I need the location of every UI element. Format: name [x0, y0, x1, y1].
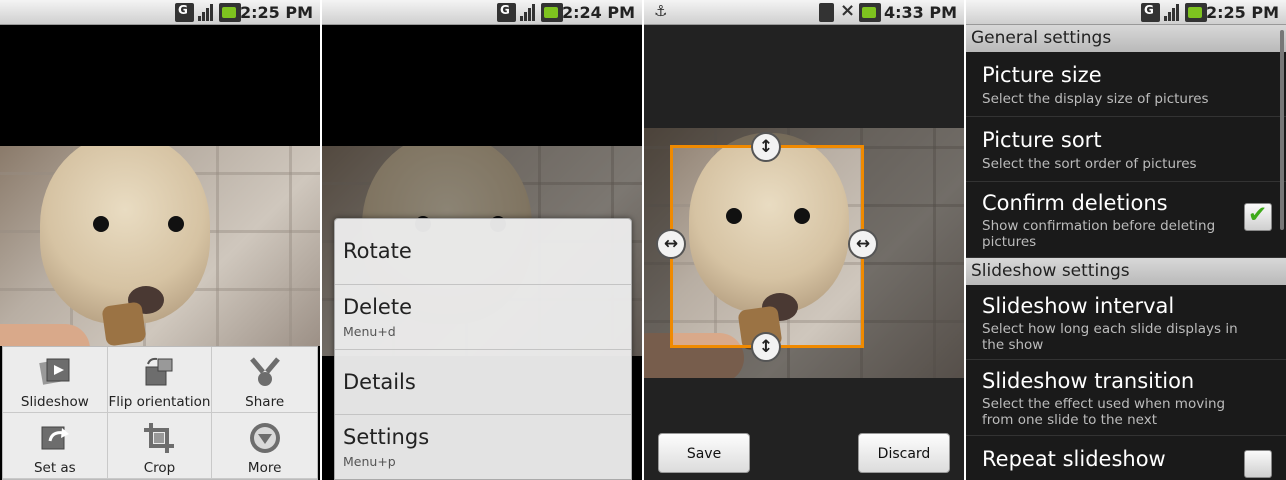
menu-label: More [247, 460, 282, 476]
pref-repeat-slideshow[interactable]: Repeat slideshow [966, 436, 1286, 480]
slideshow-settings-header: Slideshow settings [966, 258, 1286, 285]
slideshow-icon [39, 358, 70, 385]
set-as-icon [41, 426, 69, 450]
item-shortcut: Menu+p [343, 454, 396, 469]
confirm-deletions-checkbox[interactable] [1244, 202, 1272, 231]
item-title: Delete [343, 295, 412, 319]
pref-summary: Select the display size of pictures [982, 91, 1209, 107]
menu-label: Set as [33, 460, 76, 476]
scrollbar[interactable] [1280, 30, 1284, 230]
pref-summary: Select the sort order of pictures [982, 156, 1197, 172]
signal-icon [1163, 3, 1182, 22]
context-item-details[interactable]: Details [335, 350, 631, 415]
battery-icon [859, 3, 881, 22]
sd-card-icon [819, 3, 834, 22]
crop-icon [144, 423, 175, 453]
pref-title: Picture size [982, 63, 1102, 87]
pref-title: Slideshow transition [982, 369, 1195, 393]
battery-icon [219, 3, 241, 22]
crop-handle-top[interactable]: ↕ [751, 132, 781, 162]
menu-flip-orientation[interactable]: Flip orientation [107, 347, 213, 413]
pref-confirm-deletions[interactable]: Confirm deletions Show confirmation befo… [966, 182, 1286, 258]
pref-title: Picture sort [982, 128, 1102, 152]
signal-icon [197, 3, 216, 22]
pref-slideshow-transition[interactable]: Slideshow transition Select the effect u… [966, 360, 1286, 436]
network-g-icon [175, 3, 194, 22]
context-menu-screen: 2:24 PM Rotate Delete Menu+d Details Set… [322, 0, 642, 480]
context-item-delete[interactable]: Delete Menu+d [335, 285, 631, 350]
item-title: Settings [343, 425, 430, 449]
battery-icon [541, 3, 563, 22]
usb-icon [652, 2, 671, 22]
item-title: Details [343, 370, 416, 394]
status-icons-left [652, 2, 671, 22]
crop-handle-left[interactable]: ↔ [656, 229, 686, 259]
pref-title: Slideshow interval [982, 294, 1175, 318]
network-g-icon [1141, 3, 1160, 22]
menu-slideshow[interactable]: Slideshow [3, 347, 108, 413]
menu-more[interactable]: More [212, 413, 317, 479]
menu-share[interactable]: Share [212, 347, 317, 413]
repeat-slideshow-checkbox[interactable] [1244, 450, 1272, 478]
status-icons [175, 3, 241, 22]
status-icons [1141, 3, 1207, 22]
status-time: 2:25 PM [1205, 3, 1279, 22]
menu-crop[interactable]: Crop [107, 413, 213, 479]
battery-icon [1185, 3, 1207, 22]
status-icons [497, 3, 563, 22]
status-bar: 2:25 PM [0, 0, 320, 25]
gallery-screen: 2:25 PM Slideshow Flip orientation [0, 0, 320, 480]
menu-set-as[interactable]: Set as [3, 413, 108, 479]
status-bar: 2:24 PM [322, 0, 642, 25]
context-menu: Rotate Delete Menu+d Details Settings Me… [334, 218, 632, 480]
save-button[interactable]: Save [658, 433, 750, 473]
pref-summary: Select the effect used when moving from … [982, 396, 1226, 428]
pref-title: Confirm deletions [982, 191, 1168, 215]
status-bar: 4:33 PM [644, 0, 964, 25]
flip-orientation-icon [145, 357, 173, 386]
context-item-rotate[interactable]: Rotate [335, 219, 631, 285]
pref-picture-sort[interactable]: Picture sort Select the sort order of pi… [966, 117, 1286, 182]
status-bar: 2:25 PM [966, 0, 1286, 25]
status-time: 4:33 PM [883, 3, 957, 22]
pref-slideshow-interval[interactable]: Slideshow interval Select how long each … [966, 285, 1286, 360]
context-item-settings[interactable]: Settings Menu+p [335, 415, 631, 480]
network-g-icon [497, 3, 516, 22]
dog-photo[interactable] [0, 146, 320, 346]
pref-summary: Show confirmation before deleting pictur… [982, 218, 1216, 250]
crop-screen: 4:33 PM ↕ ↕ ↔ ↔ Save Discard [644, 0, 964, 480]
item-shortcut: Menu+d [343, 324, 396, 339]
crop-handle-right[interactable]: ↔ [848, 229, 878, 259]
item-title: Rotate [343, 239, 412, 263]
menu-label: Slideshow [20, 394, 89, 410]
general-settings-header: General settings [966, 25, 1286, 52]
pref-title: Repeat slideshow [982, 447, 1166, 471]
options-menu: Slideshow Flip orientation Share Set as … [2, 346, 318, 480]
crop-handle-bottom[interactable]: ↕ [751, 332, 781, 362]
no-signal-icon [837, 0, 856, 22]
crop-rectangle[interactable] [670, 145, 864, 348]
status-icons [819, 0, 881, 22]
discard-button[interactable]: Discard [858, 433, 950, 473]
share-icon [249, 357, 280, 386]
menu-label: Flip orientation [108, 394, 211, 410]
menu-label: Crop [143, 460, 176, 476]
pref-summary: Select how long each slide displays in t… [982, 321, 1238, 353]
signal-icon [519, 3, 538, 22]
status-time: 2:25 PM [239, 3, 313, 22]
more-icon [249, 423, 280, 453]
settings-screen: 2:25 PM General settings Picture size Se… [966, 0, 1286, 480]
status-time: 2:24 PM [561, 3, 635, 22]
menu-label: Share [245, 394, 285, 410]
pref-picture-size[interactable]: Picture size Select the display size of … [966, 52, 1286, 117]
